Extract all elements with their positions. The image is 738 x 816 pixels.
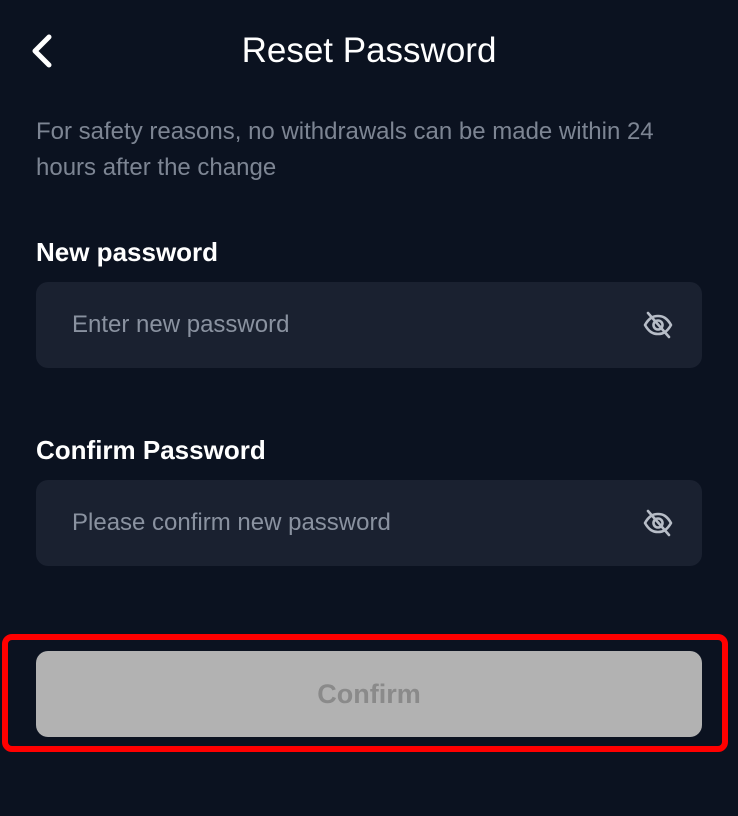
eye-off-icon [643, 509, 673, 537]
confirm-password-field [36, 480, 702, 566]
safety-notice: For safety reasons, no withdrawals can b… [36, 118, 654, 181]
new-password-visibility-toggle[interactable] [640, 307, 676, 343]
new-password-label: New password [36, 237, 219, 267]
new-password-input[interactable] [72, 282, 632, 368]
confirm-password-input[interactable] [72, 480, 632, 566]
eye-off-icon [643, 311, 673, 339]
reset-password-screen: Reset Password For safety reasons, no wi… [0, 0, 738, 816]
header: Reset Password [0, 0, 738, 100]
new-password-field [36, 282, 702, 368]
page-title: Reset Password [241, 31, 497, 70]
confirm-password-visibility-toggle[interactable] [640, 505, 676, 541]
confirm-button[interactable]: Confirm [36, 651, 702, 737]
confirm-password-label: Confirm Password [36, 435, 266, 465]
